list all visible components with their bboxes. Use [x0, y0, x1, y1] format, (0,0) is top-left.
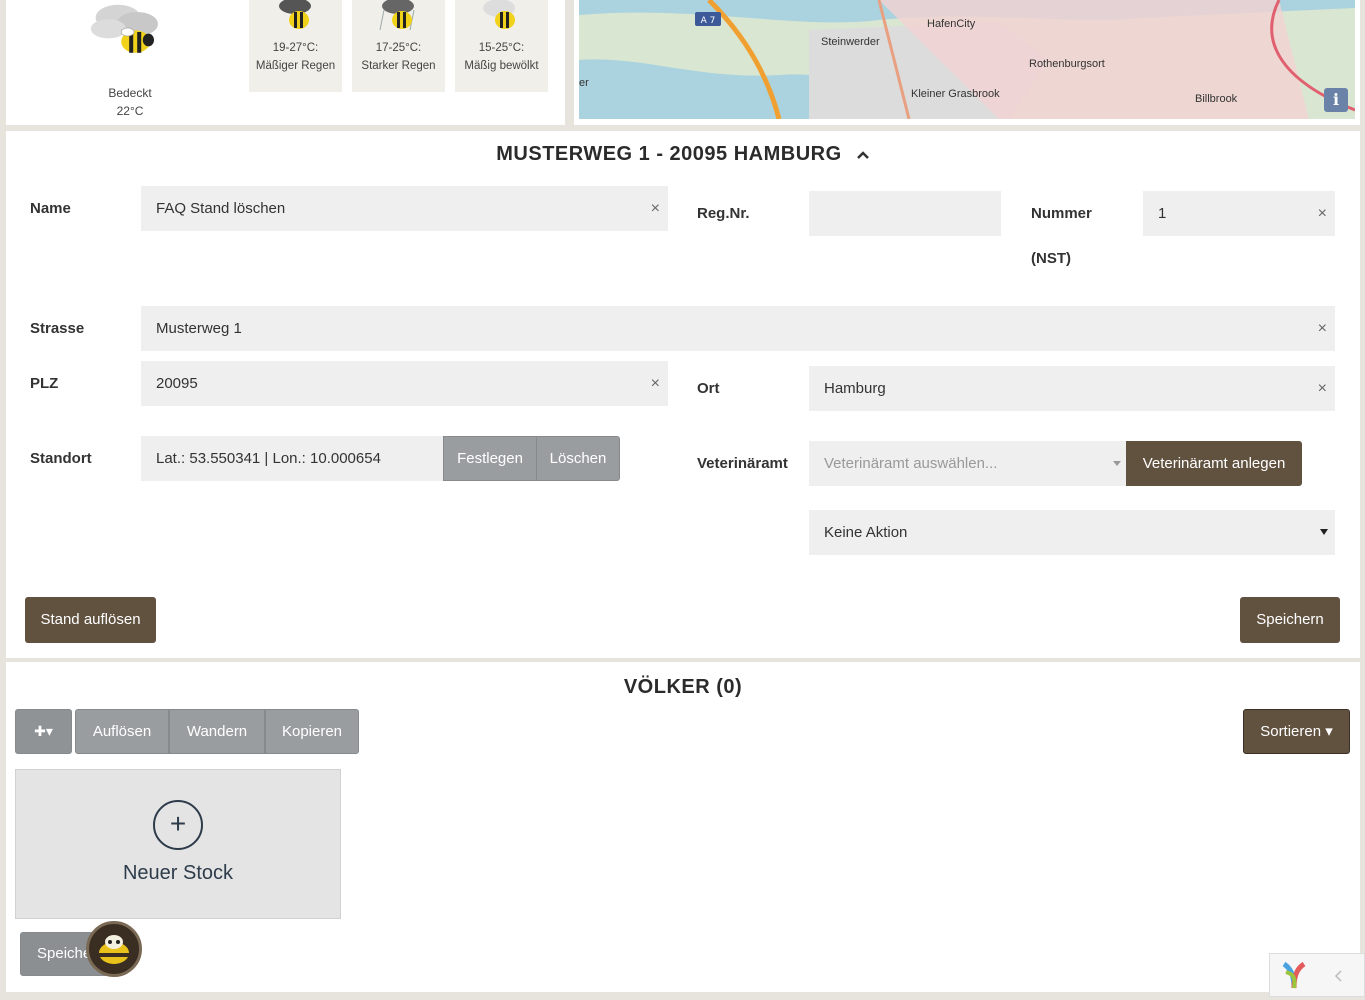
- forecast-range: 15-25°C:: [478, 42, 525, 54]
- ort-input[interactable]: Hamburg ×: [809, 366, 1335, 411]
- cloudy-bee-icon: [483, 0, 515, 29]
- regnr-label: Reg.Nr.: [697, 205, 750, 222]
- bee-avatar-icon[interactable]: [86, 921, 142, 977]
- rain-bee-icon: [279, 0, 311, 29]
- voelker-wandern-button[interactable]: Wandern: [169, 709, 265, 754]
- nummer-sub-label: (NST): [1031, 250, 1071, 267]
- festlegen-button[interactable]: Festlegen: [443, 436, 537, 481]
- plz-value: 20095: [156, 375, 198, 392]
- map-info-icon[interactable]: i: [1324, 88, 1348, 112]
- caret-down-icon[interactable]: [1320, 529, 1328, 535]
- name-value: FAQ Stand löschen: [156, 200, 286, 217]
- forecast-range: 19-27°C:: [272, 42, 319, 54]
- new-stock-card[interactable]: + Neuer Stock: [15, 769, 341, 919]
- map-tiles[interactable]: A 7 HafenCity Steinwerder Rothenburgsort…: [579, 0, 1355, 119]
- map-label-hafencity: HafenCity: [927, 18, 976, 30]
- forecast-condition: Mäßig bewölkt: [464, 60, 539, 72]
- stand-title-text: MUSTERWEG 1 - 20095 HAMBURG: [496, 143, 842, 165]
- nummer-value: 1: [1158, 205, 1167, 222]
- ort-value: Hamburg: [824, 380, 886, 397]
- map-label-steinwerder: Steinwerder: [821, 36, 880, 48]
- stand-speichern-button[interactable]: Speichern: [1240, 597, 1340, 643]
- chevron-left-icon[interactable]: [1334, 970, 1344, 982]
- voelker-aufloesen-button[interactable]: Auflösen: [75, 709, 169, 754]
- forecast-condition: Mäßiger Regen: [255, 60, 336, 72]
- forecast-day-1: 19-27°C: Mäßiger Regen: [249, 0, 342, 92]
- stand-aufloesen-button[interactable]: Stand auflösen: [25, 597, 156, 643]
- chevron-up-icon[interactable]: [856, 150, 870, 160]
- map-label-kleiner-grasbrook: Kleiner Grasbrook: [911, 88, 1000, 100]
- standort-value: Lat.: 53.550341 | Lon.: 10.000654: [156, 450, 381, 467]
- debug-toolbar[interactable]: [1269, 953, 1365, 997]
- standort-label: Standort: [30, 450, 92, 467]
- plz-label: PLZ: [30, 375, 59, 392]
- map-label-partial: er: [579, 77, 589, 89]
- loeschen-button[interactable]: Löschen: [536, 436, 620, 481]
- strasse-value: Musterweg 1: [156, 320, 242, 337]
- forecast-day-3: 15-25°C: Mäßig bewölkt: [455, 0, 548, 92]
- weather-panel: Bedeckt 22°C 19-27°C: Mäßiger Regen 17-2…: [6, 0, 565, 125]
- clear-icon[interactable]: ×: [1318, 306, 1327, 351]
- new-stock-label: Neuer Stock: [122, 862, 234, 884]
- forecast-range: 17-25°C:: [375, 42, 422, 54]
- nummer-label: Nummer: [1031, 205, 1092, 222]
- heavy-rain-bee-icon: [379, 0, 415, 31]
- yii-logo-icon[interactable]: [1280, 960, 1308, 990]
- stand-title[interactable]: MUSTERWEG 1 - 20095 HAMBURG: [6, 143, 1360, 166]
- regnr-input[interactable]: [809, 191, 1001, 236]
- forecast-condition: Starker Regen: [361, 60, 436, 72]
- cloudy-bee-icon: [90, 4, 158, 53]
- weather-main-condition: Bedeckt: [108, 86, 152, 100]
- weather-main-temp: 22°C: [116, 104, 144, 118]
- vet-select[interactable]: Veterinäramt auswählen...: [809, 441, 1127, 486]
- clear-icon[interactable]: ×: [651, 186, 660, 231]
- standort-input[interactable]: Lat.: 53.550341 | Lon.: 10.000654: [141, 436, 443, 481]
- aktion-select[interactable]: Keine Aktion: [809, 510, 1335, 555]
- map-label-a7: A 7: [701, 16, 716, 26]
- strasse-label: Strasse: [30, 320, 85, 337]
- vet-placeholder: Veterinäramt auswählen...: [824, 455, 998, 472]
- add-dropdown-button[interactable]: ✚▾: [15, 709, 72, 754]
- plz-input[interactable]: 20095 ×: [141, 361, 668, 406]
- aktion-value: Keine Aktion: [824, 524, 908, 541]
- voelker-panel: VÖLKER (0) ✚▾ Auflösen Wandern Kopieren …: [6, 662, 1360, 992]
- name-label: Name: [30, 200, 71, 217]
- voelker-title: VÖLKER (0): [623, 676, 743, 698]
- forecast-day-2: 17-25°C: Starker Regen: [352, 0, 445, 92]
- clear-icon[interactable]: ×: [1318, 366, 1327, 411]
- clear-icon[interactable]: ×: [1318, 191, 1327, 236]
- map-panel[interactable]: A 7 HafenCity Steinwerder Rothenburgsort…: [574, 0, 1360, 125]
- caret-down-icon[interactable]: [1113, 461, 1121, 466]
- voelker-kopieren-button[interactable]: Kopieren: [265, 709, 359, 754]
- vet-add-button[interactable]: Veterinäramt anlegen: [1126, 441, 1302, 486]
- sortieren-button[interactable]: Sortieren ▾: [1243, 709, 1350, 754]
- plus-circle-icon: +: [153, 800, 203, 850]
- ort-label: Ort: [697, 380, 720, 397]
- map-label-billbrook: Billbrook: [1195, 93, 1238, 105]
- vet-label: Veterinäramt: [697, 455, 788, 472]
- stand-panel: MUSTERWEG 1 - 20095 HAMBURG Name FAQ Sta…: [6, 131, 1360, 658]
- clear-icon[interactable]: ×: [651, 361, 660, 406]
- map-label-rothenburgsort: Rothenburgsort: [1029, 58, 1105, 70]
- nummer-input[interactable]: 1 ×: [1143, 191, 1335, 236]
- name-input[interactable]: FAQ Stand löschen ×: [141, 186, 668, 231]
- strasse-input[interactable]: Musterweg 1 ×: [141, 306, 1335, 351]
